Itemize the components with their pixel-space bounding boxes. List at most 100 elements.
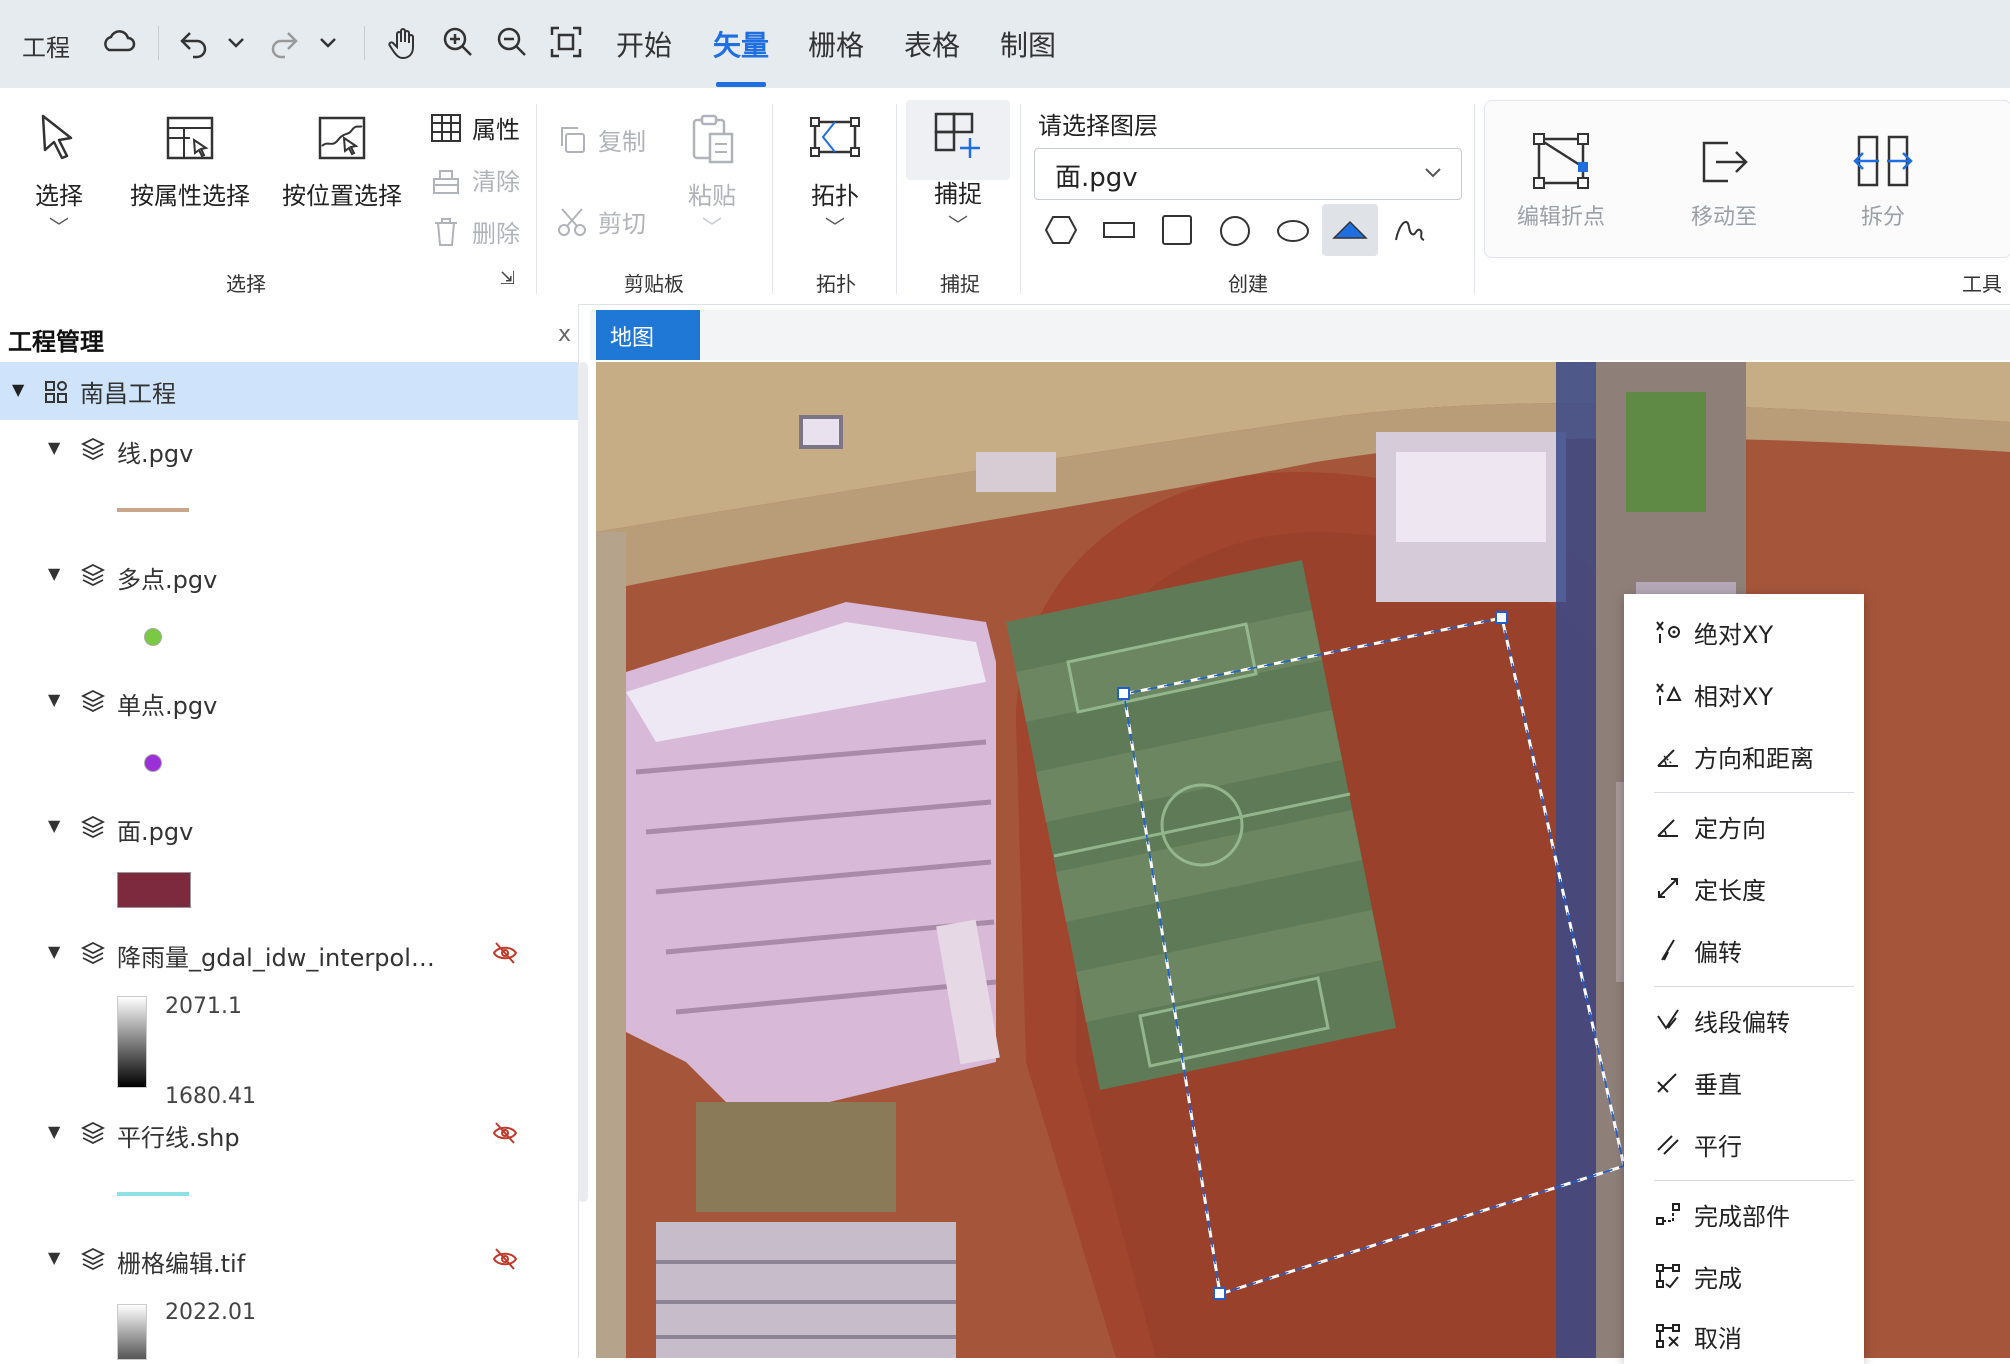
attribute-select-icon [166,116,214,160]
tree-project-node[interactable]: ▼ 南昌工程 [0,362,578,420]
square-icon[interactable] [1160,214,1194,246]
menu-item-label: 相对XY [1694,682,1774,711]
menu-item-cancel[interactable]: 取消 [1654,1316,1742,1356]
cut-label: 剪切 [598,210,646,238]
menu-item-label: 垂直 [1694,1070,1742,1099]
hexagon-icon[interactable] [1044,214,1078,246]
split-button[interactable]: 拆分 [1853,131,1913,231]
topology-button[interactable]: 拓扑 ﹀ [800,112,870,240]
group-label-select: 选择 [226,272,266,296]
caret-down-icon[interactable]: ▼ [48,816,60,835]
eye-hidden-icon[interactable] [492,1120,518,1146]
move-to-button[interactable]: 移动至 [1691,131,1757,231]
project-menu[interactable]: 工程 [22,28,70,63]
full-extent-icon[interactable] [548,24,584,60]
tree-layer-row[interactable]: ▼ 线.pgv [0,428,578,478]
layers-icon [80,941,106,965]
tab-start[interactable]: 开始 [616,24,672,64]
tree-layer-row[interactable]: ▼ 栅格编辑.tif [0,1238,578,1288]
copy-label: 复制 [598,128,646,156]
caret-down-icon[interactable]: ▼ [12,380,24,399]
menu-item-absolute-xy[interactable]: 绝对XY [1654,612,1773,652]
menu-item-fixed-direction[interactable]: 定方向 [1654,806,1766,846]
menu-item-label: 定方向 [1694,814,1766,843]
menu-item-finish-part[interactable]: 完成部件 [1654,1194,1790,1234]
vertex-handle[interactable] [1495,611,1508,624]
menu-item-label: 完成部件 [1694,1202,1790,1231]
layer-name: 面.pgv [117,818,194,846]
caret-down-icon[interactable]: ▼ [48,1248,60,1267]
menu-item-label: 取消 [1694,1324,1742,1353]
caret-down-icon[interactable]: ▼ [48,564,60,583]
layers-icon [80,1121,106,1145]
caret-down-icon[interactable]: ▼ [48,690,60,709]
rectangle-icon[interactable] [1102,218,1136,242]
tree-layer-row[interactable]: ▼ 单点.pgv [0,680,578,730]
select-by-attribute-button[interactable]: 按属性选择 [124,112,256,211]
tab-table[interactable]: 表格 [904,24,960,64]
vertex-handle[interactable] [1213,1287,1226,1300]
copy-button[interactable]: 复制 [556,122,646,157]
attributes-button[interactable]: 属性 [430,110,520,145]
map-tab-bar [590,310,2010,360]
eye-hidden-icon[interactable] [492,1246,518,1272]
menu-item-perpendicular[interactable]: 垂直 [1654,1062,1742,1102]
caret-down-icon[interactable]: ▼ [48,942,60,961]
cloud-icon[interactable] [100,24,136,60]
undo-icon[interactable] [176,24,212,60]
split-label: 拆分 [1860,205,1905,230]
menu-item-label: 完成 [1694,1264,1742,1293]
eye-hidden-icon[interactable] [492,940,518,966]
menu-item-fixed-length[interactable]: 定长度 [1654,868,1766,908]
select-by-attribute-label: 按属性选择 [130,182,250,210]
redo-icon[interactable] [266,24,302,60]
chevron-down-icon: ﹀ [825,215,845,239]
paste-button[interactable]: 粘贴 ﹀ [680,112,744,240]
pan-hand-icon[interactable] [386,24,422,60]
tab-map[interactable]: 地图 [596,310,700,360]
tree-layer-row[interactable]: ▼ 面.pgv [0,806,578,856]
vertex-handle[interactable] [1117,687,1130,700]
menu-item-label: 定长度 [1694,876,1766,905]
zoom-out-icon[interactable] [494,24,530,60]
tree-layer-row[interactable]: ▼ 平行线.shp [0,1112,578,1162]
project-grid-icon [45,381,67,403]
zoom-in-icon[interactable] [440,24,476,60]
select-button[interactable]: 选择 ﹀ [24,110,94,240]
group-separator [1020,104,1021,294]
tab-cartography[interactable]: 制图 [1000,24,1056,64]
cut-button[interactable]: 剪切 [556,204,646,239]
menu-item-parallel[interactable]: 平行 [1654,1124,1742,1164]
tab-raster[interactable]: 栅格 [808,24,864,64]
layers-icon [80,437,106,461]
clear-button[interactable]: 清除 [430,162,520,197]
freehand-icon[interactable] [1392,214,1426,248]
group-label-create: 创建 [1228,272,1268,296]
menu-item-relative-xy[interactable]: 相对XY [1654,674,1773,714]
menu-item-finish[interactable]: 完成 [1654,1256,1742,1296]
menu-item-direction-distance[interactable]: 方向和距离 [1654,736,1814,776]
select-by-location-button[interactable]: 按位置选择 [276,112,408,211]
split-icon [1853,135,1913,187]
close-icon[interactable]: x [558,322,571,347]
tree-layer-row[interactable]: ▼ 多点.pgv [0,554,578,604]
triangle-icon[interactable] [1332,216,1368,244]
tab-vector[interactable]: 矢量 [713,24,769,64]
panel-scrollbar[interactable] [578,362,588,1202]
paste-label: 粘贴 [688,182,736,210]
delete-label: 删除 [472,220,520,248]
caret-down-icon[interactable]: ▼ [48,438,60,457]
tree-layer-row[interactable]: ▼ 降雨量_gdal_idw_interpol… [0,932,578,982]
redo-dropdown-icon[interactable] [316,24,340,60]
dialog-launcher-icon[interactable]: ⇲ [500,268,515,289]
edit-vertices-button[interactable]: 编辑折点 [1517,131,1605,231]
snap-button[interactable]: 捕捉 ﹀ [920,108,996,238]
ellipse-icon[interactable] [1276,218,1310,244]
circle-icon[interactable] [1218,214,1252,248]
caret-down-icon[interactable]: ▼ [48,1122,60,1141]
menu-item-segment-deflection[interactable]: 线段偏转 [1654,1000,1790,1040]
layer-select[interactable]: 面.pgv [1034,148,1462,200]
delete-button[interactable]: 删除 [430,214,520,249]
menu-item-deflection[interactable]: 偏转 [1654,930,1742,970]
undo-dropdown-icon[interactable] [224,24,248,60]
